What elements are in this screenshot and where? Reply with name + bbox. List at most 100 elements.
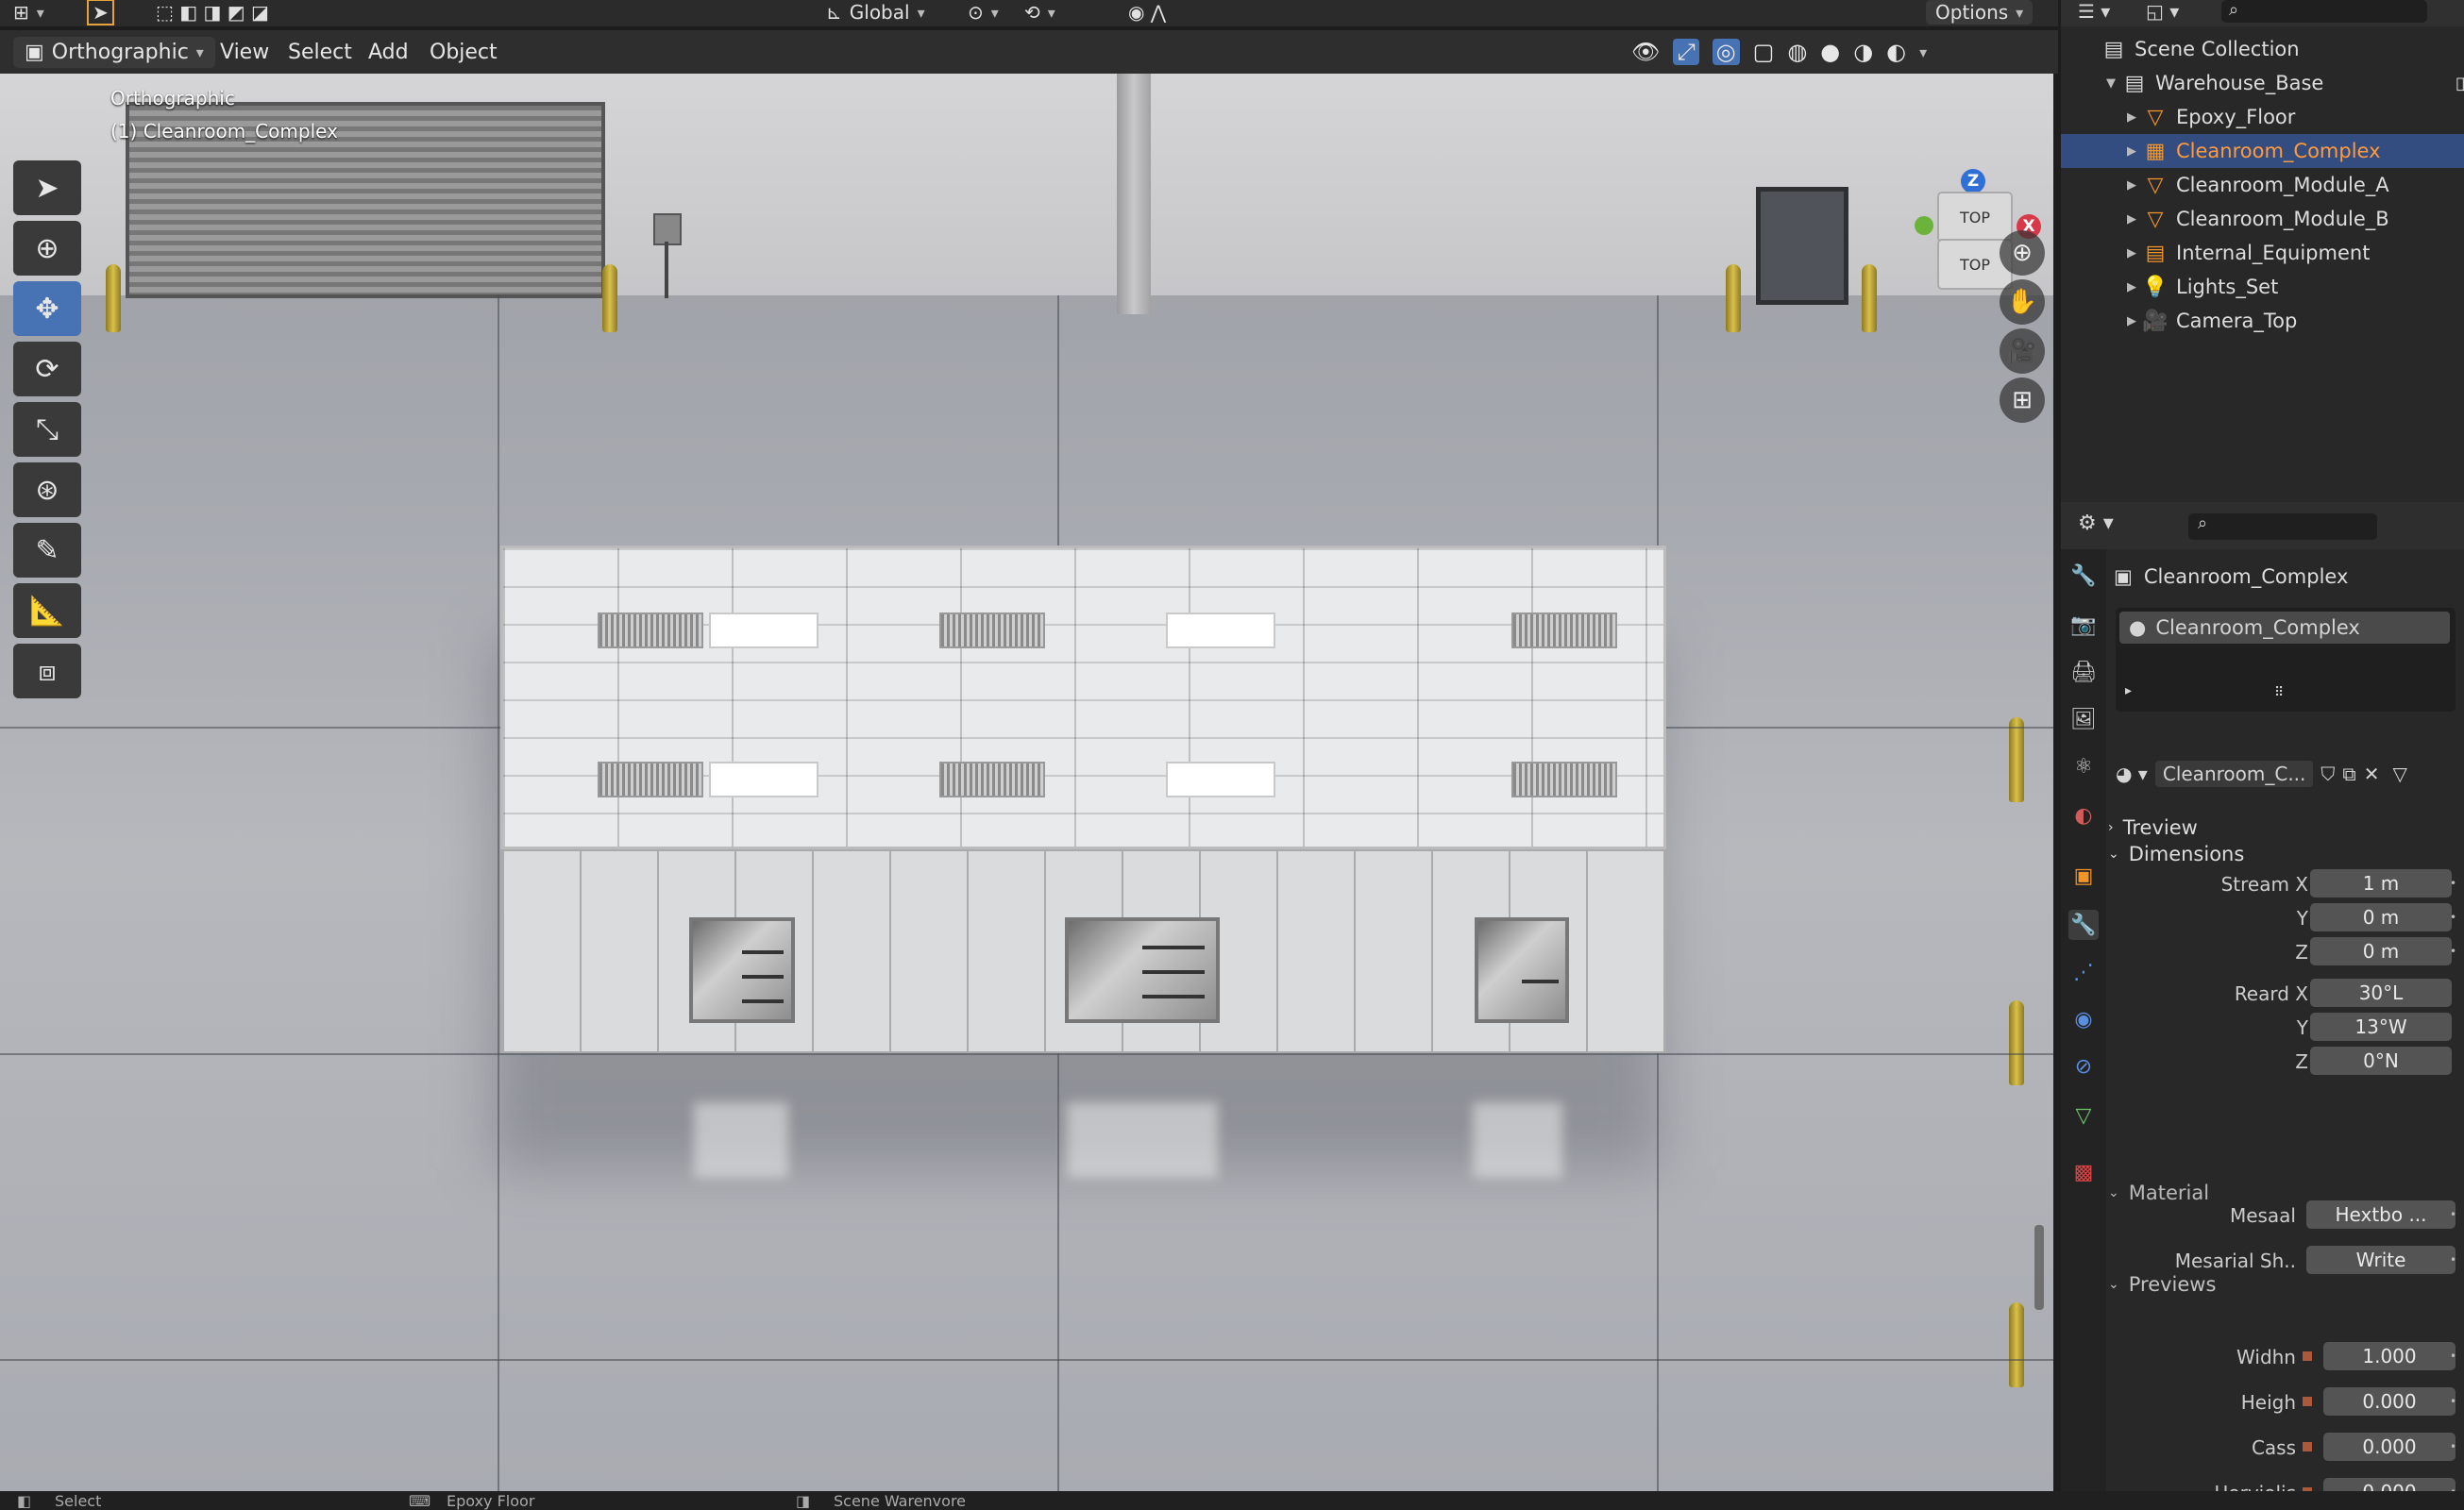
select-tool-icon[interactable]: ➤ (87, 0, 114, 25)
resize-handle-icon[interactable]: ⠿ (2274, 685, 2284, 700)
material-tab-icon[interactable]: ▩ (2068, 1157, 2099, 1187)
select-box-icon[interactable]: ➤ (13, 160, 81, 215)
animate-dot-icon[interactable]: • (2450, 1440, 2456, 1453)
property-field[interactable]: 1.000 (2323, 1342, 2456, 1370)
pivot-point-icon[interactable]: ⊙ ▾ (968, 0, 999, 25)
outliner-item[interactable]: ▶▦Cleanroom_Complex⌁ (2061, 134, 2464, 168)
viewport-scrollbar[interactable] (2034, 1225, 2044, 1310)
transform-orientation-dropdown[interactable]: ⊾ Global ▾ (826, 0, 925, 25)
add-cube-icon[interactable]: ⧈ (13, 644, 81, 698)
duplicate-icon[interactable]: ⧉ (2342, 763, 2355, 785)
expand-arrow-icon[interactable]: ▶ (2121, 212, 2142, 226)
outliner-item[interactable]: ▶▤Internal_Equipment⌁ (2061, 236, 2464, 270)
section-previews[interactable]: ⌄ Previews (2108, 1268, 2216, 1300)
property-field[interactable]: 30°L (2310, 979, 2452, 1007)
expand-arrow-icon[interactable]: ▼ (2101, 76, 2121, 91)
property-field[interactable]: 0 m (2310, 937, 2452, 965)
close-icon[interactable]: ✕ (2364, 763, 2380, 785)
expand-arrow-icon[interactable]: ▶ (2121, 314, 2142, 328)
cleanroom-complex-model[interactable] (500, 545, 1666, 1053)
outliner-search-input[interactable]: ⌕ (2221, 0, 2427, 23)
tool-tab-icon[interactable]: 🔧 (2068, 561, 2099, 591)
outliner-item[interactable]: ▶▽Cleanroom_Module_B⌁ (2061, 202, 2464, 236)
expand-arrow-icon[interactable]: ▶ (2121, 144, 2142, 159)
expand-arrow-icon[interactable]: ▸ (2125, 683, 2132, 698)
menu-object[interactable]: Object (430, 30, 498, 74)
outliner-root[interactable]: ▤ Scene Collection (2061, 32, 2464, 66)
editor-type-icon[interactable]: ⊞ ▾ (13, 0, 44, 25)
outliner-item[interactable]: ▶🎥Camera_Top⌁ (2061, 304, 2464, 338)
material-browse-icon[interactable]: ◕ ▾ (2116, 763, 2148, 785)
wireframe-shading-icon[interactable]: ◍ (1787, 39, 1807, 65)
property-field[interactable]: 0.000 (2323, 1387, 2456, 1416)
rendered-shading-icon[interactable]: ◐ (1886, 39, 1906, 65)
section-dimensions[interactable]: ⌄ Dimensions (2108, 838, 2244, 870)
collection-flags-icon[interactable]: ◫ ⎘ (2456, 74, 2464, 93)
selection-mode-icons[interactable]: ⬚ ◧ ◨ ◩ ◪ (156, 0, 269, 25)
outliner-item[interactable]: ▶▽Cleanroom_Module_A⌁ (2061, 168, 2464, 202)
view-mode-dropdown[interactable]: ▣ Orthographic ▾ (13, 36, 215, 68)
animate-dot-icon[interactable]: • (2450, 1395, 2456, 1408)
move-icon[interactable]: ✥ (13, 281, 81, 336)
material-datablock-field[interactable]: Cleanroom_C... (2154, 761, 2314, 787)
physics-tab-icon[interactable]: ◉ (2068, 1004, 2099, 1034)
proportional-edit-icon[interactable]: ◉ ⋀ (1128, 0, 1166, 25)
property-field[interactable]: 0.000 (2323, 1433, 2456, 1461)
properties-search-input[interactable]: ⌕ (2188, 513, 2377, 540)
gizmo-toggle-icon[interactable]: ⤢ (1673, 39, 1699, 65)
animate-dot-icon[interactable]: • (2450, 1253, 2456, 1267)
fake-user-icon[interactable]: ⛉ (2321, 763, 2335, 785)
transform-icon[interactable]: ⊛ (13, 462, 81, 517)
keyframe-icon[interactable] (2303, 1351, 2312, 1361)
outliner-item[interactable]: ▶💡Lights_Set⌁ (2061, 270, 2464, 304)
view-layer-tab-icon[interactable]: 🖼 (2068, 704, 2099, 734)
data-tab-icon[interactable]: ▽ (2068, 1100, 2099, 1131)
outliner-display-icon[interactable]: ☰ ▾ (2078, 0, 2110, 23)
outliner-collection[interactable]: ▼ ▤ Warehouse_Base ◫ ⎘ (2061, 66, 2464, 100)
property-field[interactable]: Write (2306, 1246, 2456, 1274)
property-field[interactable]: Hextbo ... (2306, 1200, 2456, 1229)
options-dropdown[interactable]: Options ▾ (1926, 0, 2034, 25)
keyframe-icon[interactable] (2303, 1397, 2312, 1406)
property-field[interactable]: 1 m (2310, 869, 2452, 898)
animate-dot-icon[interactable]: • (2450, 877, 2456, 890)
object-tab-icon[interactable]: ▣ (2068, 861, 2099, 891)
gizmo-face-top[interactable]: TOP (1937, 192, 2013, 243)
pan-hand-icon[interactable]: ✋ (2000, 279, 2045, 325)
material-shading-icon[interactable]: ◑ (1853, 39, 1873, 65)
cursor-icon[interactable]: ⊕ (13, 221, 81, 276)
render-tab-icon[interactable]: 📷 (2068, 610, 2099, 640)
filter-icon[interactable]: ▽ (2392, 763, 2406, 785)
animate-dot-icon[interactable]: • (2450, 1350, 2456, 1363)
expand-arrow-icon[interactable]: ▶ (2121, 280, 2142, 294)
scale-icon[interactable]: ⤡ (13, 402, 81, 457)
y-axis-handle[interactable] (1915, 216, 1933, 235)
annotate-icon[interactable]: ✎ (13, 523, 81, 578)
animate-dot-icon[interactable]: • (2450, 945, 2456, 958)
ortho-grid-icon[interactable]: ⊞ (2000, 378, 2045, 423)
scene-tab-icon[interactable]: ⚛ (2068, 751, 2099, 781)
world-tab-icon[interactable]: ◐ (2068, 800, 2099, 830)
property-field[interactable]: 0°N (2310, 1047, 2452, 1075)
menu-add[interactable]: Add (368, 30, 409, 74)
property-field[interactable]: 0 m (2310, 903, 2452, 931)
material-slot[interactable]: ● Cleanroom_Complex (2119, 612, 2450, 644)
menu-view[interactable]: View (220, 30, 269, 74)
chevron-down-icon[interactable]: ▾ (1919, 43, 1927, 61)
editor-type-icon[interactable]: ⚙ ▾ (2078, 512, 2114, 535)
filter-mode-icon[interactable]: ◱ ▾ (2146, 0, 2179, 23)
overlay-toggle-icon[interactable]: ◎ (1712, 39, 1740, 65)
constraints-tab-icon[interactable]: ⊘ (2068, 1051, 2099, 1082)
property-field[interactable]: 13°W (2310, 1013, 2452, 1041)
menu-select[interactable]: Select (288, 30, 352, 74)
expand-arrow-icon[interactable]: ▶ (2121, 246, 2142, 260)
expand-arrow-icon[interactable]: ▶ (2121, 178, 2142, 193)
snap-icon[interactable]: ⟲ ▾ (1024, 0, 1055, 25)
expand-arrow-icon[interactable]: ▶ (2121, 110, 2142, 125)
z-axis-handle[interactable]: Z (1961, 169, 1985, 193)
xray-icon[interactable]: ▢ (1753, 39, 1775, 65)
modifier-tab-icon[interactable]: 🔧 (2068, 910, 2099, 940)
camera-view-icon[interactable]: 🎥 (2000, 328, 2045, 374)
rotate-icon[interactable]: ⟳ (13, 342, 81, 396)
particles-tab-icon[interactable]: ⋰ (2068, 957, 2099, 987)
